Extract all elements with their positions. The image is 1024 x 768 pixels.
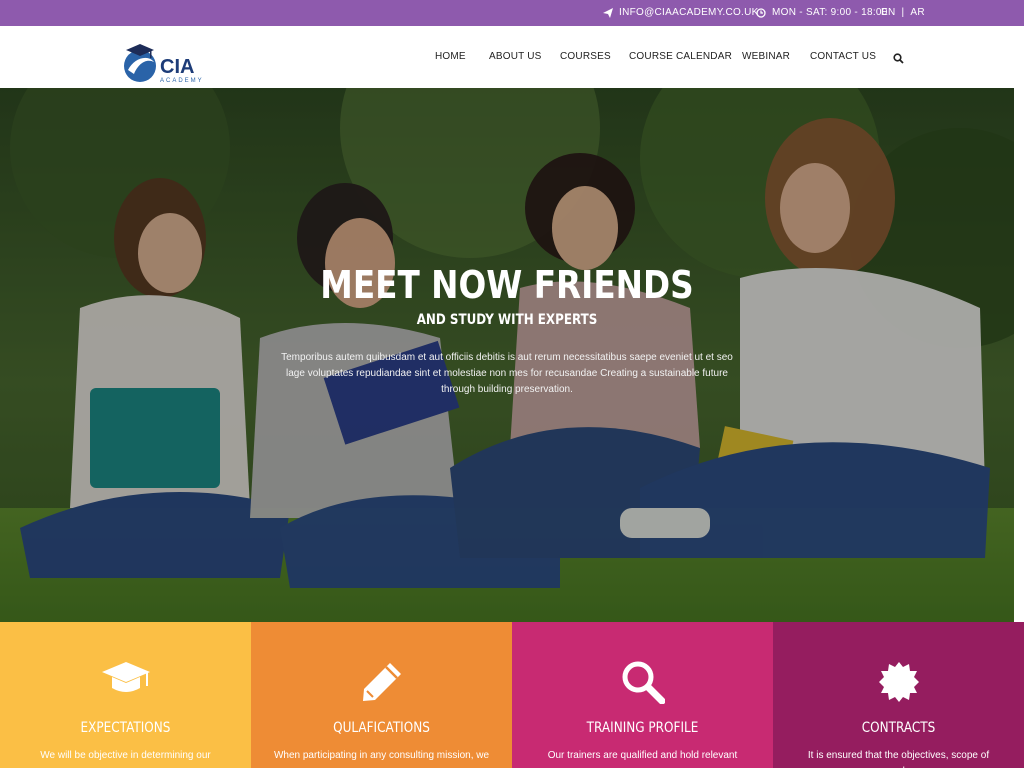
features-section: EXPECTATIONS We will be objective in det… [0,622,1024,768]
feature-training-profile: TRAINING PROFILE Our trainers are qualif… [512,622,773,768]
nav-webinar[interactable]: WEBINAR [742,51,790,62]
hero-description: Temporibus autem quibusdam et aut offici… [281,352,733,395]
badge-icon [773,660,1024,704]
contact-email-text[interactable]: INFO@CIAACADEMY.CO.UK [619,7,759,18]
logo-tagline: ACADEMY [160,78,204,84]
graduation-cap-icon [0,660,251,696]
lang-separator: | [901,7,905,18]
nav-courses[interactable]: COURSES [560,51,611,62]
opening-hours: MON - SAT: 9:00 - 18:00 [756,7,888,18]
magnifier-icon [512,660,773,704]
hero-section: MEET NOW FRIENDS AND STUDY WITH EXPERTS … [0,88,1014,622]
clock-icon [756,7,766,18]
lang-en-link[interactable]: EN [881,7,896,18]
nav-about-us[interactable]: ABOUT US [489,51,542,62]
site-logo[interactable]: CIA ACADEMY [120,40,212,86]
top-bar: INFO@CIAACADEMY.CO.UK MON - SAT: 9:00 - … [0,0,1024,26]
pencil-icon [251,660,512,704]
nav-home[interactable]: HOME [435,51,466,62]
feature-text: Our trainers are qualified and hold rele… [547,750,738,761]
nav-course-calendar[interactable]: COURSE CALENDAR [629,51,732,62]
site-header: CIA ACADEMY HOME ABOUT US COURSES COURSE… [0,26,1024,88]
logo-name: CIA [160,56,194,78]
feature-text: When participating in any consulting mis… [273,750,490,761]
feature-qualifications: QULAFICATIONS When participating in any … [251,622,512,768]
feature-title: EXPECTATIONS [80,720,171,736]
hero-subtitle: AND STUDY WITH EXPERTS [416,312,598,328]
feature-text: It is ensured that the objectives, scope… [807,750,990,768]
feature-title: TRAINING PROFILE [586,720,699,736]
contact-email[interactable]: INFO@CIAACADEMY.CO.UK [603,7,759,18]
search-icon[interactable] [893,51,904,69]
feature-title: QULAFICATIONS [333,720,430,736]
feature-title: CONTRACTS [861,720,936,736]
hero-title: MEET NOW FRIENDS [320,263,694,307]
feature-expectations: EXPECTATIONS We will be objective in det… [0,622,251,768]
paper-plane-icon [603,7,613,18]
lang-ar-link[interactable]: AR [910,7,925,18]
feature-contracts: CONTRACTS It is ensured that the objecti… [773,622,1024,768]
feature-text: We will be objective in determining our [40,750,211,761]
nav-contact-us[interactable]: CONTACT US [810,51,876,62]
language-switcher: EN | AR [881,7,925,18]
opening-hours-text: MON - SAT: 9:00 - 18:00 [772,7,888,18]
